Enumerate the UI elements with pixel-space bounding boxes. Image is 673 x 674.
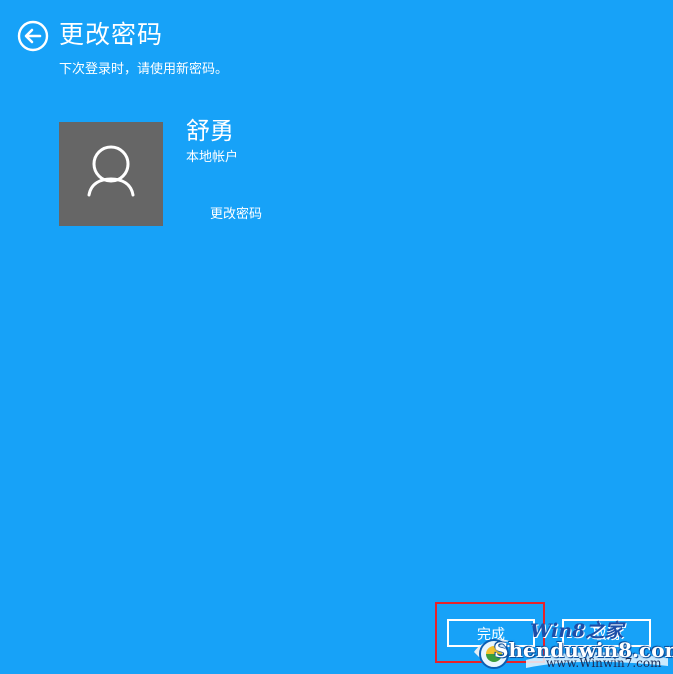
user-name: 舒勇 [186,117,234,145]
page-title: 更改密码 [59,20,164,49]
back-button[interactable] [17,20,49,52]
avatar [59,122,163,226]
change-password-link[interactable]: 更改密码 [210,205,262,225]
watermark-url: www.Winwin7.com [546,656,662,670]
user-silhouette-icon [87,145,135,197]
account-type: 本地帐户 [186,150,239,165]
page-subtitle: 下次登录时，请使用新密码。 [59,62,229,77]
arrow-left-circle-icon [17,20,49,52]
